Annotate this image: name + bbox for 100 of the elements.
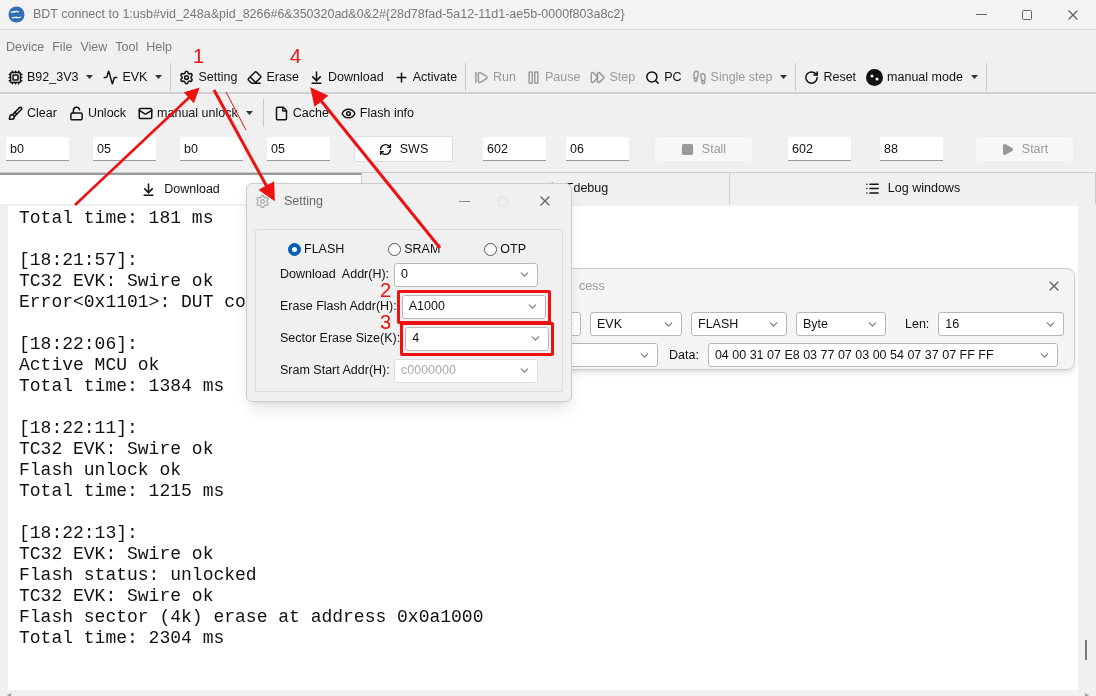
- len-label: Len:: [905, 315, 930, 333]
- data-label: Data:: [669, 346, 699, 364]
- app-globe-icon: [8, 6, 25, 23]
- log-line: TC32 EVK: Swire ok: [19, 544, 214, 565]
- minimize-icon: [975, 14, 987, 15]
- hex-field[interactable]: 06: [566, 137, 629, 161]
- plus-icon: [393, 69, 409, 85]
- dropdown-button[interactable]: B92_3V3: [6, 63, 96, 91]
- field-label: Sector Erase Size(K):: [280, 330, 401, 348]
- menu-item[interactable]: Tool: [115, 37, 139, 57]
- menu-item[interactable]: Device: [6, 37, 45, 57]
- combo-box[interactable]: 04 00 31 07 E8 03 77 07 03 00 54 07 37 07 FF FF: [707, 343, 1058, 367]
- search-icon: [645, 69, 661, 85]
- chip-icon: [8, 69, 23, 85]
- stop-icon: [680, 142, 694, 156]
- annotation-number: 2: [380, 282, 392, 299]
- caret-icon: [780, 75, 788, 79]
- toolbar-button[interactable]: Flash info: [338, 99, 417, 127]
- caret-icon: [245, 111, 253, 115]
- address-combo[interactable]: 0: [394, 262, 538, 287]
- eraser-icon: [247, 69, 263, 85]
- log-line: Active MCU ok: [19, 355, 160, 376]
- log-line: TC32 EVK: Swire ok: [19, 439, 214, 460]
- log-line: Error<0x1101>: DUT co: [19, 292, 246, 313]
- footprints-icon: [691, 69, 707, 85]
- menu-item[interactable]: File: [52, 37, 73, 57]
- dropdown-button[interactable]: manual mode: [864, 63, 980, 91]
- log-line: Flash status: unlocked: [19, 565, 257, 586]
- dialog-title: cess: [579, 277, 605, 295]
- log-line: Total time: 1215 ms: [19, 481, 225, 502]
- log-line: Total time: 2304 ms: [19, 628, 225, 649]
- radio-button[interactable]: FLASH: [288, 240, 345, 259]
- download-icon: [141, 182, 157, 197]
- log-line: Total time: 1384 ms: [19, 376, 225, 397]
- log-line: [18:22:13]:: [19, 523, 138, 544]
- log-line: [18:22:11]:: [19, 418, 138, 439]
- log-line: [18:22:06]:: [19, 334, 138, 355]
- combo-box[interactable]: 16: [938, 312, 1065, 336]
- toolbar-button[interactable]: Clear: [6, 99, 59, 127]
- hex-field[interactable]: 05: [267, 137, 330, 161]
- log-line: Flash unlock ok: [19, 460, 182, 481]
- radio-button[interactable]: SRAM: [388, 240, 441, 259]
- run-icon: [474, 69, 490, 85]
- caret-icon: [155, 75, 163, 79]
- menu-item[interactable]: View: [80, 37, 108, 57]
- toolbar-button[interactable]: Setting: [177, 63, 240, 91]
- radio-button[interactable]: OTP: [484, 240, 526, 259]
- combo-box[interactable]: Byte: [796, 312, 886, 336]
- waveform-icon: [103, 69, 119, 85]
- toolbar-button[interactable]: Activate: [391, 63, 460, 91]
- address-combo[interactable]: 4: [405, 326, 550, 351]
- hex-field[interactable]: 88: [880, 137, 943, 161]
- toolbar-button[interactable]: Erase: [245, 63, 302, 91]
- envelope-icon: [138, 105, 154, 121]
- caret-icon: [970, 75, 978, 79]
- annotation-number: 4: [290, 48, 302, 65]
- address-combo[interactable]: A1000: [401, 294, 546, 319]
- hex-field[interactable]: b0: [6, 137, 69, 161]
- toolbar-button[interactable]: PC: [643, 63, 684, 91]
- toolbar-button[interactable]: Unlock: [66, 99, 129, 127]
- brush-icon: [8, 105, 23, 121]
- document-icon: [273, 105, 289, 121]
- hex-field[interactable]: 602: [788, 137, 851, 161]
- maximize-icon: [1021, 8, 1033, 21]
- toolbar-button[interactable]: Download: [307, 63, 386, 91]
- menu-item[interactable]: Help: [146, 37, 172, 57]
- log-line: Flash sector (4k) erase at address 0x0a1000: [19, 607, 484, 628]
- toolbar-button[interactable]: Reset: [802, 63, 859, 91]
- hex-field[interactable]: 05: [93, 137, 156, 161]
- annotation-number: 1: [193, 48, 205, 65]
- toolbar-button[interactable]: Cache: [271, 99, 331, 127]
- minimize-icon: [459, 200, 470, 202]
- settings-icon: [179, 69, 195, 85]
- log-line: Total time: 181 ms: [19, 208, 214, 229]
- hex-field[interactable]: b0: [180, 137, 243, 161]
- field-label: Erase Flash Addr(H):: [280, 298, 397, 315]
- settings-icon: [255, 193, 270, 209]
- field-label: Sram Start Addr(H):: [280, 362, 390, 380]
- rotate-icon: [804, 69, 820, 85]
- log-line: TC32 EVK: Swire ok: [19, 586, 214, 607]
- eye-icon: [340, 105, 356, 121]
- list-icon: [864, 181, 880, 196]
- caret-icon: [86, 75, 94, 79]
- mode-circle-icon: [866, 68, 884, 86]
- scrollbar-thumb[interactable]: [1085, 640, 1087, 660]
- refresh-icon: [378, 142, 392, 156]
- unlock-icon: [68, 105, 84, 121]
- log-line: [18:21:57]:: [19, 250, 138, 271]
- combo-box[interactable]: FLASH: [691, 312, 787, 336]
- log-line: TC32 EVK: Swire ok: [19, 271, 214, 292]
- field-label: Download Addr(H):: [280, 266, 390, 283]
- dropdown-button[interactable]: EVK: [101, 63, 165, 91]
- action-button[interactable]: SWS: [354, 136, 453, 162]
- hex-field[interactable]: 602: [483, 137, 546, 161]
- pause-icon: [526, 69, 542, 85]
- play-icon: [1000, 142, 1014, 156]
- download-icon: [309, 69, 325, 85]
- annotation-number: 3: [380, 314, 392, 331]
- window-title: BDT connect to 1:usb#vid_248a&pid_8266#6&350320ad&0&2#{28d78fad-5a12-11d1-ae5b-0000f803a8c2}: [33, 6, 625, 24]
- combo-box[interactable]: EVK: [590, 312, 682, 336]
